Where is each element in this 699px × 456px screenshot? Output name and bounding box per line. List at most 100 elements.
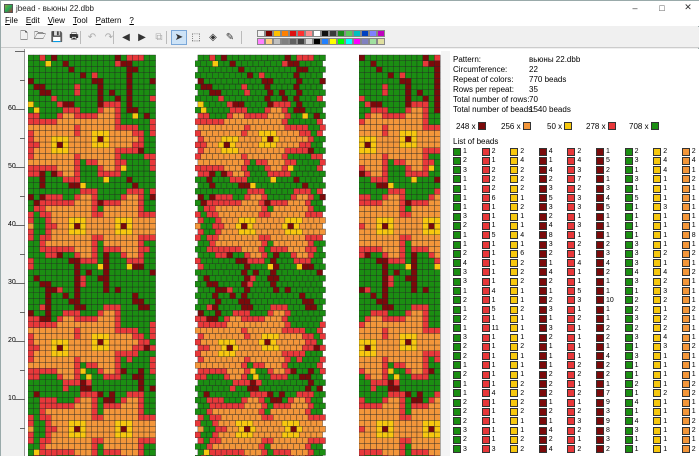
bead-cell[interactable] [310,60,317,67]
bead-cell[interactable] [132,397,139,404]
bead-cell[interactable] [387,397,394,404]
bead-cell[interactable] [290,217,297,224]
bead-cell[interactable] [138,252,145,259]
bead-cell[interactable] [244,217,251,224]
bead-cell[interactable] [370,141,377,148]
bead-cell[interactable] [62,194,69,201]
bead-cell[interactable] [103,414,110,421]
bead-cell[interactable] [232,54,239,61]
bead-cell[interactable] [229,72,236,79]
bead-cell[interactable] [405,304,412,311]
bead-cell[interactable] [405,310,412,317]
bead-cell[interactable] [51,356,58,363]
bead-cell[interactable] [138,281,145,288]
bead-cell[interactable] [416,95,423,102]
bead-cell[interactable] [212,420,219,427]
bead-cell[interactable] [416,321,423,328]
bead-cell[interactable] [249,275,257,282]
bead-cell[interactable] [109,373,116,380]
bead-cell[interactable] [203,449,210,456]
bead-cell[interactable] [241,83,248,90]
bead-cell[interactable] [302,240,309,247]
bead-cell[interactable] [143,228,150,235]
bead-cell[interactable] [302,217,309,224]
bead-cell[interactable] [370,136,377,143]
bead-cell[interactable] [302,368,309,375]
bead-cell[interactable] [132,118,139,125]
bead-cell[interactable] [80,344,87,351]
bead-cell[interactable] [428,373,435,380]
bead-cell[interactable] [393,449,400,456]
bead-cell[interactable] [316,397,323,404]
bead-cell[interactable] [428,257,435,264]
bead-cell[interactable] [74,379,81,386]
bead-cell[interactable] [28,101,34,108]
bead-cell[interactable] [290,379,297,386]
bead-cell[interactable] [307,263,315,270]
bead-cell[interactable] [370,263,377,270]
bead-cell[interactable] [382,78,389,85]
bead-cell[interactable] [103,263,110,270]
bead-cell[interactable] [255,194,262,201]
bead-cell[interactable] [405,136,412,143]
bead-cell[interactable] [126,356,133,363]
bead-cell[interactable] [393,397,400,404]
bead-cell[interactable] [103,72,110,79]
bead-cell[interactable] [197,136,204,143]
bead-cell[interactable] [422,194,429,201]
bead-cell[interactable] [255,263,262,270]
bead-cell[interactable] [149,124,156,131]
bead-cell[interactable] [62,292,69,299]
bead-cell[interactable] [310,130,317,137]
bead-cell[interactable] [62,223,69,230]
bead-cell[interactable] [428,362,435,369]
bead-cell[interactable] [299,165,306,172]
bead-cell[interactable] [33,153,40,160]
bead-cell[interactable] [293,199,300,206]
bead-cell[interactable] [310,153,317,160]
bead-cell[interactable] [370,304,377,311]
bead-cell[interactable] [376,443,383,450]
bead-cell[interactable] [28,194,34,201]
bead-cell[interactable] [359,136,365,143]
bead-cell[interactable] [103,275,110,282]
bead-cell[interactable] [68,327,75,334]
bead-cell[interactable] [235,72,242,79]
bead-cell[interactable] [302,112,309,119]
bead-cell[interactable] [218,269,225,276]
bead-cell[interactable] [218,385,225,392]
bead-cell[interactable] [382,269,389,276]
bead-cell[interactable] [226,89,233,96]
bead-cell[interactable] [56,443,63,450]
bead-cell[interactable] [434,426,441,433]
bead-cell[interactable] [258,373,265,380]
bead-cell[interactable] [33,199,40,206]
bead-cell[interactable] [411,385,418,392]
bead-cell[interactable] [376,356,383,363]
bead-cell[interactable] [316,420,323,427]
bead-cell[interactable] [103,228,110,235]
bead-cell[interactable] [74,188,81,195]
bead-cell[interactable] [281,385,288,392]
bead-cell[interactable] [416,130,423,137]
bead-cell[interactable] [393,379,400,386]
bead-cell[interactable] [364,153,371,160]
bead-cell[interactable] [215,379,222,386]
bead-cell[interactable] [126,182,133,189]
bead-cell[interactable] [220,112,228,119]
bead-cell[interactable] [56,246,63,253]
bead-cell[interactable] [74,373,81,380]
bead-cell[interactable] [299,443,306,450]
bead-cell[interactable] [284,147,291,154]
bead-cell[interactable] [299,281,306,288]
bead-cell[interactable] [299,304,306,311]
bead-cell[interactable] [382,153,389,160]
bead-cell[interactable] [411,344,418,351]
bead-cell[interactable] [91,246,98,253]
bead-cell[interactable] [85,182,92,189]
bead-cell[interactable] [56,304,63,311]
bead-cell[interactable] [195,223,201,230]
bead-cell[interactable] [132,310,139,317]
bead-cell[interactable] [416,112,423,119]
bead-cell[interactable] [51,153,58,160]
